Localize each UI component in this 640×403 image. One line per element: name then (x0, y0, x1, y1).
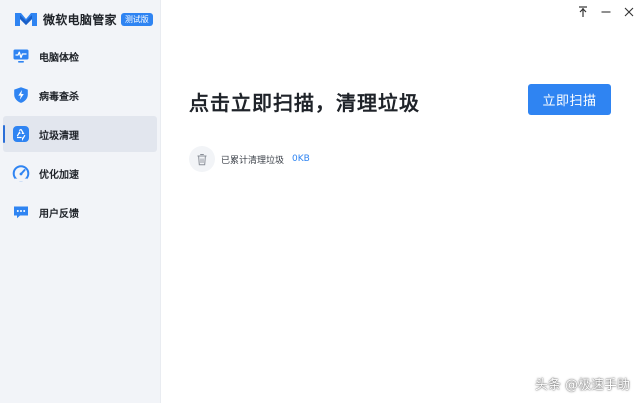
trash-badge (189, 146, 215, 172)
cleaned-total-label: 已累计清理垃圾 (221, 155, 285, 166)
app-name: 微软电脑管家 (43, 12, 117, 27)
recycle-icon (13, 126, 29, 142)
trash-can-icon (197, 153, 207, 165)
pin-icon (578, 6, 587, 17)
minimize-icon (601, 11, 610, 13)
speedometer-icon (12, 165, 30, 182)
sidebar-item-label: 优化加速 (39, 169, 79, 181)
sidebar: 微软电脑管家 测试版 电脑体检 病毒查杀 垃圾清理 优化加速 用户反馈 (0, 0, 161, 403)
sidebar-item-optimize[interactable]: 优化加速 (3, 155, 157, 191)
page-title: 点击立即扫描，清理垃圾 (189, 91, 420, 115)
close-button[interactable] (617, 0, 640, 24)
cleanup-stats: 已累计清理垃圾 0KB (189, 146, 310, 172)
scan-now-button[interactable]: 立即扫描 (528, 84, 611, 115)
sidebar-item-virus-scan[interactable]: 病毒查杀 (3, 77, 157, 113)
main-panel: 点击立即扫描，清理垃圾 立即扫描 已累计清理垃圾 0KB 头条 @极速手助 (161, 0, 640, 403)
sidebar-item-label: 电脑体检 (39, 52, 79, 64)
sidebar-item-feedback[interactable]: 用户反馈 (3, 194, 157, 230)
sidebar-item-label: 垃圾清理 (39, 130, 79, 142)
beta-badge: 测试版 (120, 12, 153, 26)
app-window: 微软电脑管家 测试版 电脑体检 病毒查杀 垃圾清理 优化加速 用户反馈 点击立即… (0, 0, 640, 403)
brand: 微软电脑管家 测试版 (0, 0, 160, 36)
pin-button[interactable] (571, 0, 594, 24)
shield-lightning-icon (14, 87, 28, 103)
sidebar-item-pc-checkup[interactable]: 电脑体检 (3, 38, 157, 74)
monitor-pulse-icon (13, 49, 29, 63)
sidebar-nav: 电脑体检 病毒查杀 垃圾清理 优化加速 用户反馈 (0, 38, 160, 230)
sidebar-item-label: 用户反馈 (39, 208, 79, 220)
sidebar-item-junk-cleanup[interactable]: 垃圾清理 (3, 116, 157, 152)
window-controls (571, 0, 640, 26)
cleaned-total-value: 0KB (292, 154, 310, 164)
sidebar-item-label: 病毒查杀 (39, 91, 79, 103)
watermark: 头条 @极速手助 (534, 378, 630, 393)
close-icon (624, 7, 633, 17)
chat-bubble-icon (14, 206, 28, 219)
app-logo-icon (15, 13, 37, 26)
minimize-button[interactable] (594, 0, 617, 24)
